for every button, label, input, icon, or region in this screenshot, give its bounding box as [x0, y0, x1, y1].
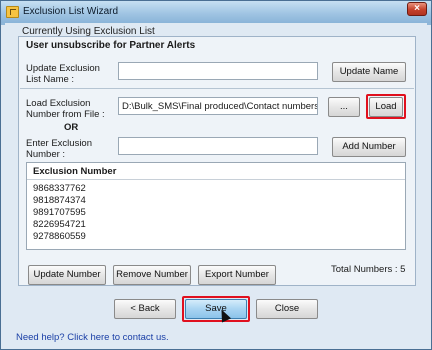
file-path-input[interactable]: D:\Bulk_SMS\Final produced\Contact numbe… [118, 97, 318, 115]
enter-number-label-line1: Enter Exclusion [26, 138, 93, 149]
export-number-button[interactable]: Export Number [198, 265, 276, 285]
enter-number-label-line2: Number : [26, 149, 66, 160]
help-link[interactable]: Need help? Click here to contact us. [16, 332, 169, 343]
close-button[interactable]: Close [256, 299, 318, 319]
update-name-button[interactable]: Update Name [332, 62, 406, 82]
list-item[interactable]: 9278860559 [33, 231, 86, 242]
load-file-label-line2: Number from File : [26, 109, 105, 120]
load-file-label-line1: Load Exclusion [26, 98, 91, 109]
update-name-label-line1: Update Exclusion [26, 63, 100, 74]
update-name-label: Update Exclusion List Name : [26, 63, 100, 85]
update-name-label-line2: List Name : [26, 74, 75, 85]
browse-button[interactable]: ... [328, 97, 360, 117]
back-button[interactable]: < Back [114, 299, 176, 319]
close-window-button[interactable]: × [407, 2, 427, 16]
save-button[interactable]: Save [185, 299, 247, 319]
divider [20, 88, 414, 89]
list-item[interactable]: 8226954721 [33, 219, 86, 230]
list-item[interactable]: 9891707595 [33, 207, 86, 218]
load-button[interactable]: Load [369, 97, 403, 117]
add-number-button[interactable]: Add Number [332, 137, 406, 157]
remove-number-button[interactable]: Remove Number [113, 265, 191, 285]
title-bar: Exclusion List Wizard × [1, 1, 431, 23]
list-name-input[interactable] [118, 62, 318, 80]
list-item[interactable]: 9868337762 [33, 183, 86, 194]
list-item[interactable]: 9818874374 [33, 195, 86, 206]
app-icon [6, 6, 19, 18]
update-number-button[interactable]: Update Number [28, 265, 106, 285]
exclusion-number-input[interactable] [118, 137, 318, 155]
exclusion-list-heading: User unsubscribe for Partner Alerts [26, 40, 196, 51]
exclusion-number-list[interactable]: Exclusion Number 9868337762 9818874374 9… [26, 162, 406, 250]
window-title: Exclusion List Wizard [23, 6, 119, 17]
enter-number-label: Enter Exclusion Number : [26, 138, 92, 160]
load-file-label: Load Exclusion Number from File : [26, 98, 105, 120]
total-numbers: Total Numbers : 5 [331, 264, 406, 275]
or-separator: OR [64, 122, 79, 133]
list-column-header: Exclusion Number [27, 163, 405, 180]
